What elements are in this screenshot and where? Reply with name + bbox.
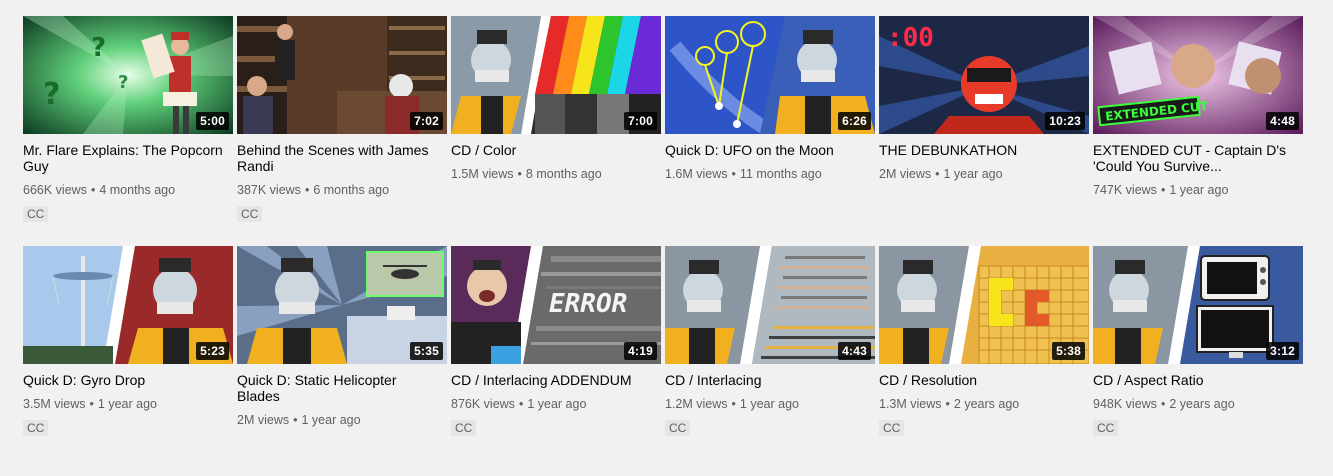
counter-text: :00 [887, 23, 934, 53]
video-title[interactable]: Quick D: UFO on the Moon [665, 142, 869, 158]
video-meta: 387K views • 6 months ago [237, 183, 390, 197]
thumbnail[interactable]: 5:38 [879, 246, 1089, 364]
duration-badge: 7:02 [410, 112, 443, 130]
duration-badge: 6:26 [838, 112, 871, 130]
thumbnail[interactable]: 5:23 [23, 246, 233, 364]
cc-badge: CC [665, 420, 691, 436]
video-meta: 1.5M views • 8 months ago [451, 167, 602, 181]
video-card[interactable]: 7:00 CD / Color 1.5M views • 8 months ago [451, 16, 661, 246]
video-title[interactable]: Behind the Scenes with James Randi [237, 142, 441, 174]
video-title[interactable]: Quick D: Static Helicopter Blades [237, 372, 441, 404]
cc-badge: CC [451, 420, 477, 436]
duration-badge: 10:23 [1045, 112, 1085, 130]
cc-badge: CC [23, 206, 49, 222]
upload-age: 4 months ago [99, 183, 176, 197]
thumbnail[interactable]: 6:26 [665, 16, 875, 134]
video-meta: 876K views • 1 year ago [451, 397, 587, 411]
video-card[interactable]: 5:23 Quick D: Gyro Drop 3.5M views • 1 yea… [23, 246, 233, 476]
view-count: 2M views [879, 167, 932, 181]
upload-age: 6 months ago [313, 183, 390, 197]
video-title[interactable]: CD / Interlacing [665, 372, 869, 388]
video-card[interactable]: ? ? ? 5:00 Mr. Flare Explains: The Popco… [23, 16, 233, 246]
upload-age: 1 year ago [943, 167, 1003, 181]
video-card[interactable]: 4:43 CD / Interlacing 1.2M views • 1 year … [665, 246, 875, 476]
upload-age: 1 year ago [301, 413, 361, 427]
duration-badge: 5:00 [196, 112, 229, 130]
thumbnail[interactable]: 3:12 [1093, 246, 1303, 364]
video-meta: 1.6M views • 11 months ago [665, 167, 822, 181]
upload-age: 1 year ago [1169, 183, 1229, 197]
thumbnail[interactable]: 5:35 [237, 246, 447, 364]
video-card[interactable]: 6:26 Quick D: UFO on the Moon 1.6M views… [665, 16, 875, 246]
upload-age: 2 years ago [953, 397, 1020, 411]
duration-badge: 5:35 [410, 342, 443, 360]
video-card[interactable]: ERROR 4:19 CD / Interlacing ADDENDUM 876… [451, 246, 661, 476]
upload-age: 1 year ago [527, 397, 587, 411]
video-title[interactable]: Mr. Flare Explains: The Popcorn Guy [23, 142, 227, 174]
duration-badge: 4:19 [624, 342, 657, 360]
video-meta: 666K views • 4 months ago [23, 183, 176, 197]
video-card[interactable]: 3:12 CD / Aspect Ratio 948K views • 2 year… [1093, 246, 1303, 476]
thumbnail[interactable]: 7:02 [237, 16, 447, 134]
video-title[interactable]: THE DEBUNKATHON [879, 142, 1083, 158]
video-card[interactable]: 5:35 Quick D: Static Helicopter Blades 2… [237, 246, 447, 476]
view-count: 948K views [1093, 397, 1157, 411]
duration-badge: 3:12 [1266, 342, 1299, 360]
video-meta: 747K views • 1 year ago [1093, 183, 1229, 197]
view-count: 876K views [451, 397, 515, 411]
video-meta: 948K views • 2 years ago [1093, 397, 1235, 411]
video-meta: 2M views • 1 year ago [237, 413, 361, 427]
video-meta: 1.3M views • 2 years ago [879, 397, 1020, 411]
video-title[interactable]: EXTENDED CUT - Captain D's 'Could You Su… [1093, 142, 1297, 174]
duration-badge: 5:23 [196, 342, 229, 360]
duration-badge: 5:38 [1052, 342, 1085, 360]
cc-badge: CC [879, 420, 905, 436]
cc-badge: CC [1093, 420, 1119, 436]
cc-badge: CC [237, 206, 263, 222]
video-meta: 1.2M views • 1 year ago [665, 397, 799, 411]
video-title[interactable]: Quick D: Gyro Drop [23, 372, 227, 388]
video-card[interactable]: :00 10:23 THE DEBUNKATHON 2M views • 1 yea… [879, 16, 1089, 246]
cc-badge: CC [23, 420, 49, 436]
thumbnail[interactable]: :00 10:23 [879, 16, 1089, 134]
video-title[interactable]: CD / Interlacing ADDENDUM [451, 372, 655, 388]
svg-text:?: ? [43, 77, 60, 112]
upload-age: 2 years ago [1169, 397, 1235, 411]
video-card[interactable]: 5:38 CD / Resolution 1.3M views • 2 years … [879, 246, 1089, 476]
thumbnail[interactable]: EXTENDED CUT 4:48 [1093, 16, 1303, 134]
view-count: 1.5M views [451, 167, 514, 181]
video-title[interactable]: CD / Resolution [879, 372, 1083, 388]
view-count: 2M views [237, 413, 290, 427]
view-count: 666K views [23, 183, 87, 197]
thumbnail[interactable]: 7:00 [451, 16, 661, 134]
upload-age: 1 year ago [739, 397, 799, 411]
upload-age: 8 months ago [525, 167, 602, 181]
view-count: 3.5M views [23, 397, 86, 411]
view-count: 747K views [1093, 183, 1157, 197]
error-text: ERROR [549, 289, 627, 319]
view-count: 1.6M views [665, 167, 728, 181]
video-meta: 2M views • 1 year ago [879, 167, 1003, 181]
video-title[interactable]: CD / Color [451, 142, 655, 158]
duration-badge: 4:43 [838, 342, 871, 360]
upload-age: 1 year ago [97, 397, 157, 411]
duration-badge: 7:00 [624, 112, 657, 130]
thumbnail[interactable]: 4:43 [665, 246, 875, 364]
svg-text:?: ? [91, 33, 106, 63]
view-count: 1.2M views [665, 397, 728, 411]
video-title[interactable]: CD / Aspect Ratio [1093, 372, 1297, 388]
video-card[interactable]: 7:02 Behind the Scenes with James Randi … [237, 16, 447, 246]
thumbnail[interactable]: ? ? ? 5:00 [23, 16, 233, 134]
thumbnail[interactable]: ERROR 4:19 [451, 246, 661, 364]
view-count: 1.3M views [879, 397, 942, 411]
video-card[interactable]: EXTENDED CUT 4:48 EXTENDED CUT - Captain… [1093, 16, 1303, 246]
view-count: 387K views [237, 183, 301, 197]
video-grid: ? ? ? 5:00 Mr. Flare Explains: The Popco… [23, 16, 1303, 476]
svg-text:?: ? [118, 72, 128, 93]
upload-age: 11 months ago [739, 167, 822, 181]
duration-badge: 4:48 [1266, 112, 1299, 130]
video-meta: 3.5M views • 1 year ago [23, 397, 157, 411]
